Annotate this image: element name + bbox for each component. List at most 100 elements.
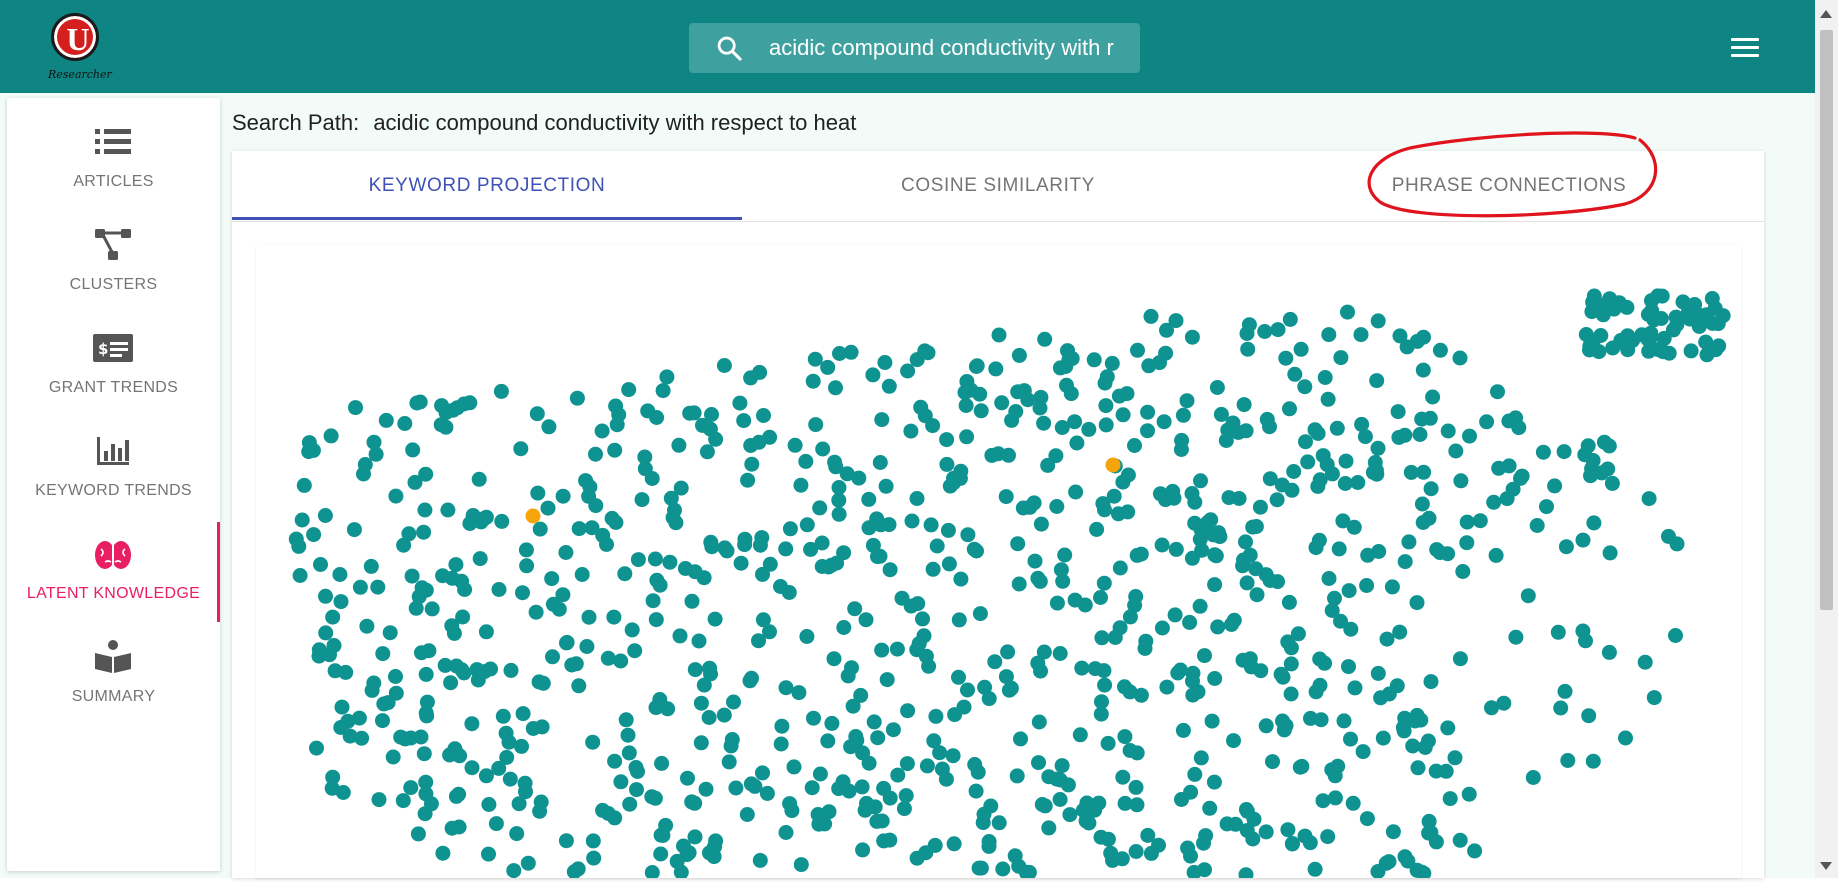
data-point[interactable] (1558, 539, 1574, 555)
data-point[interactable] (1452, 832, 1468, 848)
data-point[interactable] (499, 749, 515, 765)
data-point[interactable] (1641, 343, 1657, 359)
data-point[interactable] (684, 593, 700, 609)
data-point[interactable] (613, 774, 629, 790)
data-point[interactable] (721, 754, 737, 770)
data-point[interactable] (509, 826, 525, 842)
data-point[interactable] (326, 638, 342, 653)
data-point[interactable] (1578, 633, 1593, 649)
data-point[interactable] (1604, 475, 1620, 491)
data-point[interactable] (1550, 624, 1566, 640)
data-point[interactable] (806, 710, 821, 726)
data-point[interactable] (921, 658, 937, 674)
data-point[interactable] (1337, 476, 1353, 491)
data-point[interactable] (737, 531, 753, 547)
data-point[interactable] (716, 707, 732, 723)
data-point[interactable] (473, 514, 489, 530)
data-point[interactable] (414, 645, 429, 661)
search-input[interactable]: acidic compound conductivity with r (769, 23, 1139, 73)
data-point[interactable] (1341, 659, 1356, 675)
data-point[interactable] (397, 416, 413, 431)
data-point[interactable] (960, 682, 975, 698)
data-point[interactable] (820, 733, 836, 749)
data-point[interactable] (798, 453, 814, 469)
data-point[interactable] (622, 796, 638, 812)
data-point[interactable] (1245, 831, 1261, 847)
data-point[interactable] (1193, 750, 1209, 766)
data-point[interactable] (805, 373, 821, 389)
data-point[interactable] (1276, 722, 1292, 738)
data-point[interactable] (879, 672, 895, 688)
data-point[interactable] (1643, 325, 1659, 341)
data-point[interactable] (1054, 758, 1070, 774)
data-point[interactable] (1375, 730, 1391, 746)
search-bar[interactable]: acidic compound conductivity with r (689, 23, 1140, 73)
data-point[interactable] (654, 755, 670, 771)
data-point[interactable] (375, 713, 390, 729)
data-point[interactable] (388, 488, 404, 504)
data-point[interactable] (1081, 421, 1097, 437)
data-point[interactable] (967, 757, 983, 772)
data-point[interactable] (444, 820, 460, 836)
data-point[interactable] (359, 618, 375, 634)
data-point[interactable] (1060, 777, 1076, 793)
data-point[interactable] (1297, 379, 1313, 395)
data-point[interactable] (1120, 467, 1136, 483)
data-point[interactable] (1479, 414, 1495, 430)
data-point[interactable] (1307, 861, 1323, 877)
data-point[interactable] (687, 564, 703, 580)
tab-keyword-projection[interactable]: KEYWORD PROJECTION (232, 151, 742, 221)
data-point[interactable] (1173, 662, 1188, 678)
data-point[interactable] (1033, 389, 1049, 405)
data-point[interactable] (1560, 753, 1576, 768)
data-point[interactable] (600, 650, 616, 666)
data-point[interactable] (957, 384, 973, 400)
data-point[interactable] (363, 558, 379, 574)
data-point[interactable] (1262, 471, 1278, 487)
data-point[interactable] (752, 852, 768, 868)
data-point[interactable] (1057, 547, 1073, 563)
data-point[interactable] (288, 531, 304, 547)
data-point[interactable] (645, 593, 661, 609)
data-point[interactable] (1248, 561, 1264, 577)
data-point[interactable] (1403, 464, 1419, 480)
data-point[interactable] (574, 567, 590, 582)
data-point[interactable] (1280, 822, 1296, 838)
data-point[interactable] (1359, 578, 1375, 593)
data-point[interactable] (1620, 342, 1636, 358)
data-point[interactable] (762, 429, 778, 445)
data-point[interactable] (1120, 504, 1136, 520)
data-point[interactable] (896, 801, 912, 817)
data-point[interactable] (812, 766, 828, 782)
data-point[interactable] (419, 694, 435, 710)
data-point[interactable] (1284, 836, 1300, 851)
data-point[interactable] (1184, 329, 1200, 345)
data-point[interactable] (317, 508, 333, 523)
data-point[interactable] (1472, 513, 1488, 529)
data-point[interactable] (529, 406, 545, 422)
data-point[interactable] (1287, 366, 1303, 382)
data-point[interactable] (410, 826, 426, 842)
data-point[interactable] (1384, 579, 1400, 595)
data-point[interactable] (511, 796, 527, 812)
data-point[interactable] (1192, 598, 1208, 614)
data-point[interactable] (1013, 731, 1028, 747)
data-point[interactable] (1105, 852, 1120, 868)
data-point[interactable] (1311, 532, 1327, 548)
data-point[interactable] (1414, 496, 1430, 512)
data-point[interactable] (607, 442, 623, 458)
data-point[interactable] (1231, 491, 1247, 506)
data-point[interactable] (1240, 341, 1256, 357)
data-point[interactable] (1053, 562, 1069, 578)
data-point[interactable] (309, 740, 324, 756)
data-point[interactable] (1448, 443, 1464, 459)
data-point[interactable] (1410, 760, 1426, 776)
data-point[interactable] (1353, 327, 1369, 343)
data-point[interactable] (1525, 770, 1541, 785)
data-point[interactable] (778, 541, 794, 557)
sidebar-item-articles[interactable]: ARTICLES (7, 110, 220, 210)
data-point[interactable] (945, 748, 961, 764)
data-point[interactable] (1452, 651, 1468, 667)
data-point[interactable] (1539, 499, 1554, 515)
data-point[interactable] (857, 802, 873, 818)
